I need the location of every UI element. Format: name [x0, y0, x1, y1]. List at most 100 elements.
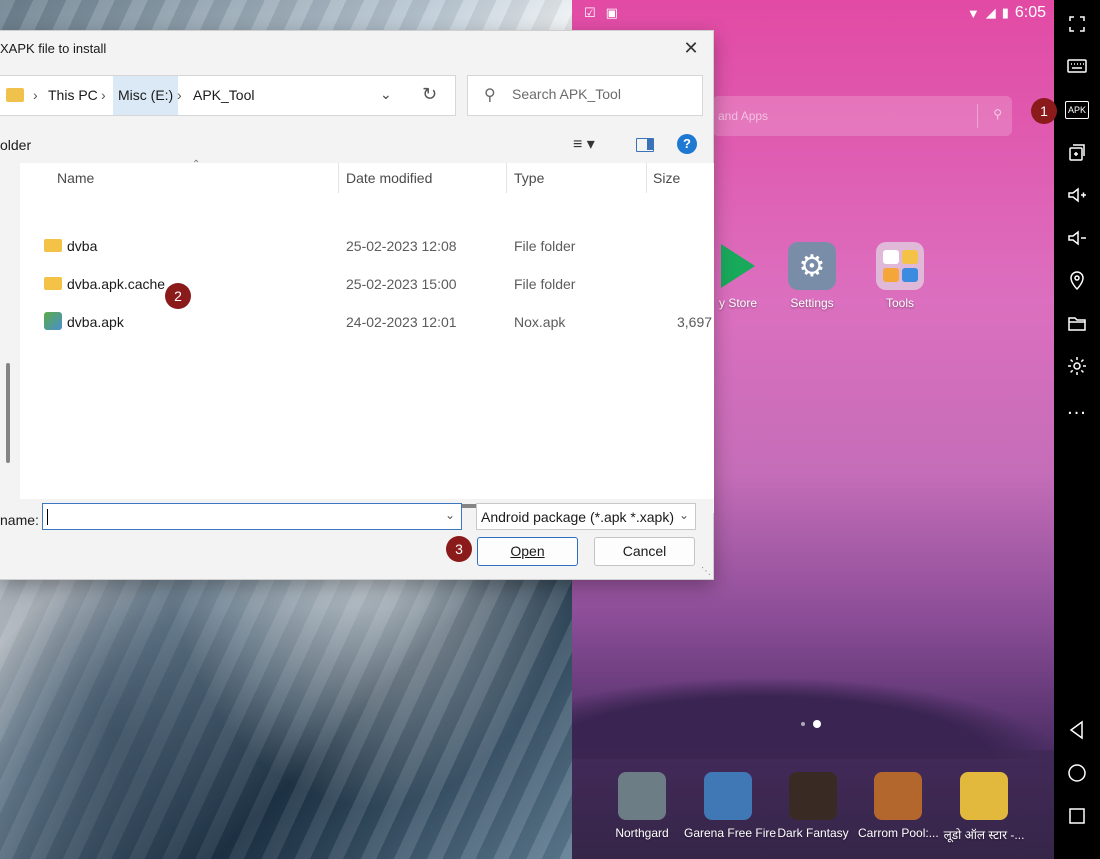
annotation-badge: 2: [165, 283, 191, 309]
app-dock: Northgard Garena Free Fire Dark Fantasy …: [572, 750, 1054, 859]
chevron-right-icon: ›: [101, 87, 106, 103]
file-name-label: name:: [0, 512, 39, 528]
carrom-pool-icon: [874, 772, 922, 820]
column-header-date[interactable]: Date modified: [346, 170, 432, 186]
multi-instance-icon[interactable]: [1054, 134, 1100, 170]
dock-app-free-fire[interactable]: Garena Free Fire: [684, 772, 777, 840]
file-date: 25-02-2023 15:00: [346, 276, 457, 292]
volume-up-icon[interactable]: [1054, 177, 1100, 213]
column-header-size[interactable]: Size: [653, 170, 680, 186]
settings-icon: ⚙: [788, 242, 836, 290]
column-header-type[interactable]: Type: [514, 170, 544, 186]
refresh-icon[interactable]: ↻: [422, 84, 437, 105]
column-headers: ⌃ Name Date modified Type Size: [20, 159, 714, 193]
folder-icon: [6, 88, 24, 102]
preview-pane-icon[interactable]: [636, 138, 654, 152]
app-search-hint: and Apps: [718, 109, 769, 123]
ludo-icon: [960, 772, 1008, 820]
file-date: 24-02-2023 12:01: [346, 314, 457, 330]
dock-app-dark-fantasy[interactable]: Dark Fantasy: [773, 772, 853, 840]
file-type: File folder: [514, 276, 576, 292]
file-row[interactable]: dvba.apk.cache 25-02-2023 15:00 File fol…: [20, 266, 714, 304]
nav-scrollbar[interactable]: [6, 363, 10, 463]
app-label: Settings: [790, 296, 834, 310]
battery-icon: ▮: [1001, 5, 1009, 20]
search-divider: [977, 104, 978, 128]
search-box[interactable]: ⚲: [467, 75, 703, 116]
app-label: Garena Free Fire: [684, 826, 777, 840]
annotation-badge: 1: [1031, 98, 1057, 124]
wifi-icon: ▼: [966, 5, 980, 21]
wallpaper-hills: [572, 679, 1054, 759]
view-options-icon[interactable]: ≡ ▾: [573, 134, 595, 154]
resize-grip-icon[interactable]: ⋱: [701, 566, 711, 577]
open-button[interactable]: Open: [477, 537, 578, 566]
nav-home-icon[interactable]: [1054, 755, 1100, 791]
file-type-value: Android package (*.apk *.xapk): [481, 509, 674, 525]
folder-icon: [44, 239, 62, 252]
folder-icon[interactable]: [1054, 305, 1100, 341]
new-folder-button[interactable]: older: [0, 137, 31, 153]
fullscreen-icon[interactable]: [1054, 6, 1100, 42]
dark-fantasy-icon: [789, 772, 837, 820]
page-indicator: [801, 720, 821, 728]
search-input[interactable]: [512, 86, 692, 102]
more-options-icon[interactable]: ...: [1054, 390, 1100, 426]
breadcrumb-apk-tool[interactable]: APK_Tool: [193, 76, 254, 115]
folder-icon: [44, 277, 62, 290]
address-bar[interactable]: › This PC › Misc (E:) › APK_Tool ⌄ ↻: [0, 75, 456, 116]
file-type-select[interactable]: Android package (*.apk *.xapk) ⌄: [476, 503, 696, 530]
app-label: लूडो ऑल स्टार -...: [943, 828, 1025, 842]
column-header-name[interactable]: Name: [57, 170, 94, 186]
chevron-down-icon[interactable]: ⌄: [445, 508, 455, 522]
tools-folder-icon: [876, 242, 924, 290]
apk-icon: APK: [1064, 101, 1089, 119]
chevron-down-icon: ⌄: [678, 508, 689, 522]
app-settings[interactable]: ⚙ Settings: [772, 242, 852, 310]
nav-recents-icon[interactable]: [1054, 798, 1100, 834]
file-size: 3,697: [677, 314, 713, 330]
app-label: Tools: [885, 296, 914, 310]
android-status-bar: ☑ ▣ ▼ ◢ ▮ 6:05: [572, 0, 1054, 28]
settings-gear-icon[interactable]: [1054, 348, 1100, 384]
app-label: Northgard: [615, 826, 669, 840]
breadcrumb-misc-drive[interactable]: Misc (E:): [113, 76, 179, 115]
chevron-down-icon[interactable]: ⌄: [380, 86, 392, 103]
file-type: File folder: [514, 238, 576, 254]
chevron-right-icon: ›: [177, 87, 182, 103]
app-tools-folder[interactable]: Tools: [860, 242, 940, 310]
search-icon[interactable]: ⚲: [993, 107, 1002, 121]
keyboard-icon[interactable]: [1054, 48, 1100, 84]
file-type: Nox.apk: [514, 314, 566, 330]
breadcrumb-this-pc[interactable]: This PC: [48, 76, 98, 115]
dock-app-northgard[interactable]: Northgard: [602, 772, 682, 840]
cancel-button[interactable]: Cancel: [594, 537, 695, 566]
dock-app-carrom-pool[interactable]: Carrom Pool:...: [858, 772, 939, 840]
close-icon[interactable]: ✕: [679, 37, 703, 61]
notification-icon: ▣: [605, 5, 618, 20]
location-icon[interactable]: [1054, 262, 1100, 298]
volume-down-icon[interactable]: [1054, 220, 1100, 256]
help-icon[interactable]: ?: [677, 134, 697, 154]
emulator-sidebar: APK ...: [1054, 0, 1100, 859]
signal-icon: ◢: [985, 5, 996, 20]
dock-app-ludo-all-star[interactable]: लूडो ऑल स्टार -...: [942, 772, 1026, 843]
file-name-input[interactable]: ⌄: [42, 503, 462, 530]
nav-back-icon[interactable]: [1054, 712, 1100, 748]
page-dot: [801, 722, 805, 726]
file-name: dvba.apk: [67, 314, 124, 330]
text-caret: [47, 509, 48, 525]
file-row[interactable]: dvba.apk 24-02-2023 12:01 Nox.apk 3,697: [20, 304, 714, 342]
sort-ascending-icon: ⌃: [192, 159, 201, 170]
install-apk-button[interactable]: APK: [1054, 92, 1100, 128]
dialog-title: XAPK file to install: [0, 41, 107, 56]
file-list: ⌃ Name Date modified Type Size dvba 25-0…: [20, 159, 714, 499]
task-check-icon: ☑: [584, 5, 596, 20]
dialog-toolbar: older ≡ ▾ ?: [0, 131, 714, 161]
app-search-bar[interactable]: and Apps ⚲: [712, 96, 1012, 136]
play-store-icon: [714, 242, 762, 290]
apk-file-icon: [44, 312, 62, 330]
northgard-icon: [618, 772, 666, 820]
search-icon: ⚲: [484, 87, 496, 104]
file-row[interactable]: dvba 25-02-2023 12:08 File folder: [20, 228, 714, 266]
